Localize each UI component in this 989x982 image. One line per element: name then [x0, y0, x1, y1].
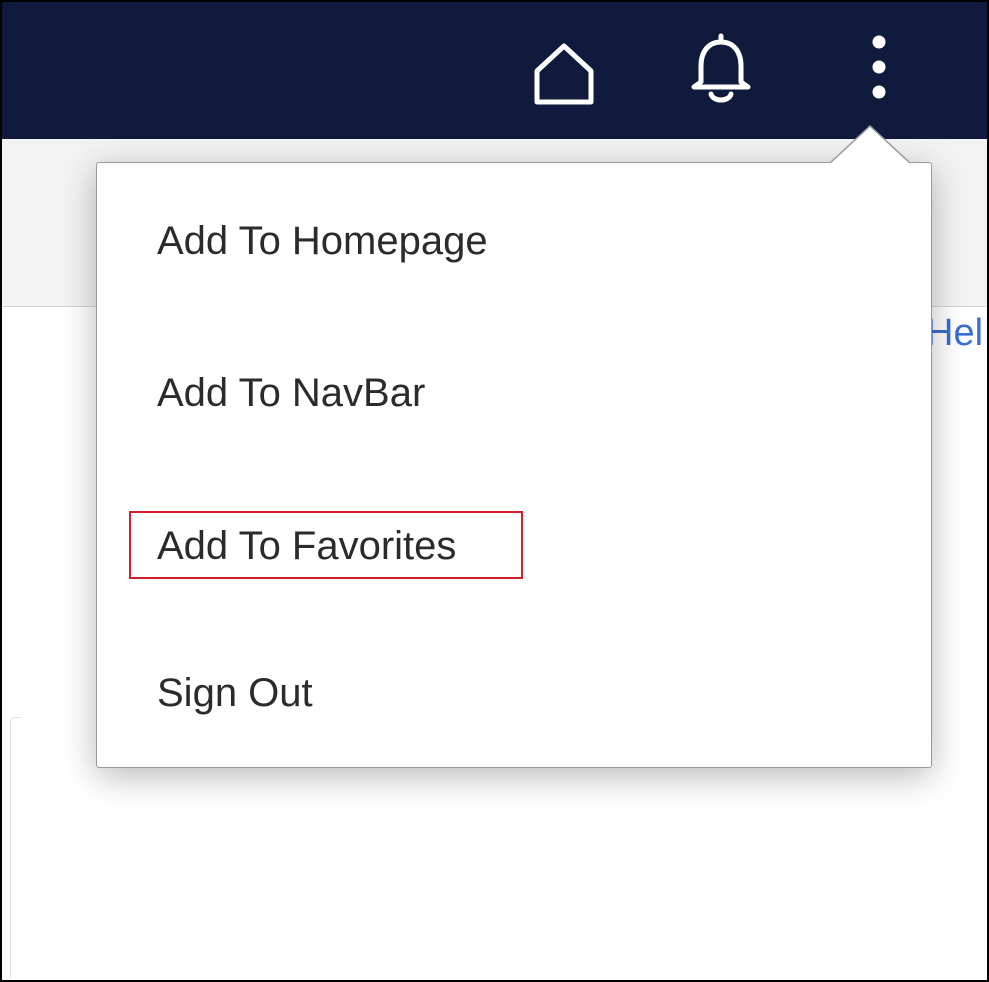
- actions-dropdown-menu: Add To Homepage Add To NavBar Add To Fav…: [96, 162, 932, 768]
- more-vertical-icon: [872, 35, 886, 99]
- home-icon: [534, 43, 594, 105]
- menu-item-add-to-favorites[interactable]: Add To Favorites: [157, 526, 456, 566]
- menu-item-sign-out[interactable]: Sign Out: [157, 673, 313, 713]
- menu-item-add-to-navbar[interactable]: Add To NavBar: [157, 373, 425, 413]
- menu-caret: [830, 124, 910, 164]
- help-link[interactable]: Hel: [926, 314, 983, 352]
- top-navigation-bar: [2, 2, 987, 139]
- left-panel: [10, 717, 21, 978]
- screenshot-frame: Hel Add To Homepage Add To NavBar Add To…: [0, 0, 989, 982]
- notifications-button[interactable]: [686, 32, 756, 106]
- bell-icon: [691, 33, 751, 103]
- menu-item-add-to-homepage[interactable]: Add To Homepage: [157, 221, 488, 261]
- home-button[interactable]: [529, 40, 599, 106]
- more-actions-button[interactable]: [857, 32, 901, 106]
